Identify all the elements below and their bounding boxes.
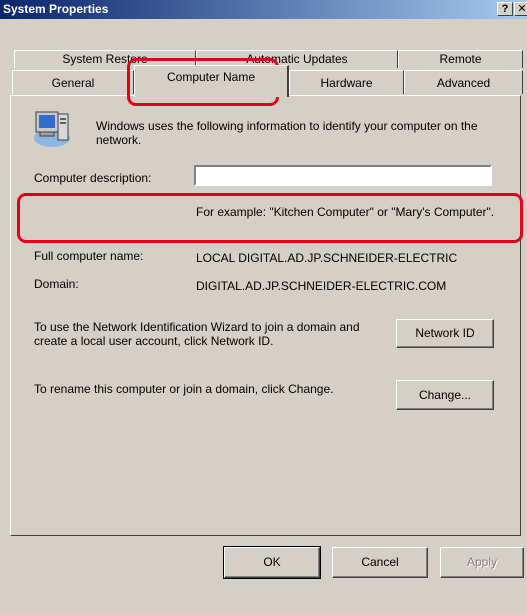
full-computer-name-label: Full computer name: <box>34 249 144 263</box>
tab-label: Hardware <box>320 76 373 90</box>
title-bar[interactable]: System Properties <box>0 0 527 19</box>
ok-button[interactable]: OK <box>223 546 321 579</box>
network-id-button[interactable]: Network ID <box>396 319 494 348</box>
tab-remote[interactable]: Remote <box>398 50 523 68</box>
tab-label: Advanced <box>436 76 491 90</box>
domain-label: Domain: <box>34 277 79 291</box>
full-computer-name-value: LOCAL DIGITAL.AD.JP.SCHNEIDER-ELECTRIC <box>196 251 458 265</box>
change-text: To rename this computer or join a domain… <box>34 382 334 396</box>
close-button[interactable]: ✕ <box>514 2 527 16</box>
domain-value: DIGITAL.AD.JP.SCHNEIDER-ELECTRIC.COM <box>196 279 447 293</box>
network-id-text: To use the Network Identification Wizard… <box>34 320 360 348</box>
change-label: Change... <box>418 388 472 402</box>
apply-label: Apply <box>466 555 498 569</box>
network-id-label: Network ID <box>415 326 475 340</box>
tab-advanced[interactable]: Advanced <box>404 70 523 94</box>
tab-label: Automatic Updates <box>246 52 348 66</box>
window-title: System Properties <box>3 2 109 16</box>
cancel-label: Cancel <box>361 555 399 569</box>
example-text: For example: "Kitchen Computer" or "Mary… <box>196 205 495 219</box>
change-button[interactable]: Change... <box>396 380 494 410</box>
tab-label: Remote <box>439 52 482 66</box>
tab-label: System Restore <box>62 52 148 66</box>
close-icon: ✕ <box>517 3 527 15</box>
computer-name-panel <box>10 95 521 536</box>
system-properties-window: System Properties ? ✕ System Restore Aut… <box>0 0 527 615</box>
tab-computer-name[interactable]: Computer Name <box>134 65 289 97</box>
apply-button[interactable]: Apply <box>440 547 524 578</box>
tab-label: General <box>51 76 95 90</box>
intro-text: Windows uses the following information t… <box>96 119 478 147</box>
tab-hardware[interactable]: Hardware <box>289 70 404 94</box>
tab-label: Computer Name <box>166 70 256 84</box>
help-icon: ? <box>501 3 509 15</box>
computer-description-input[interactable] <box>194 165 492 186</box>
computer-network-icon <box>30 108 76 150</box>
ok-label: OK <box>263 555 281 569</box>
computer-description-label: Computer description: <box>34 171 152 185</box>
help-button[interactable]: ? <box>497 2 513 16</box>
tab-general[interactable]: General <box>12 70 134 94</box>
cancel-button[interactable]: Cancel <box>332 547 428 578</box>
